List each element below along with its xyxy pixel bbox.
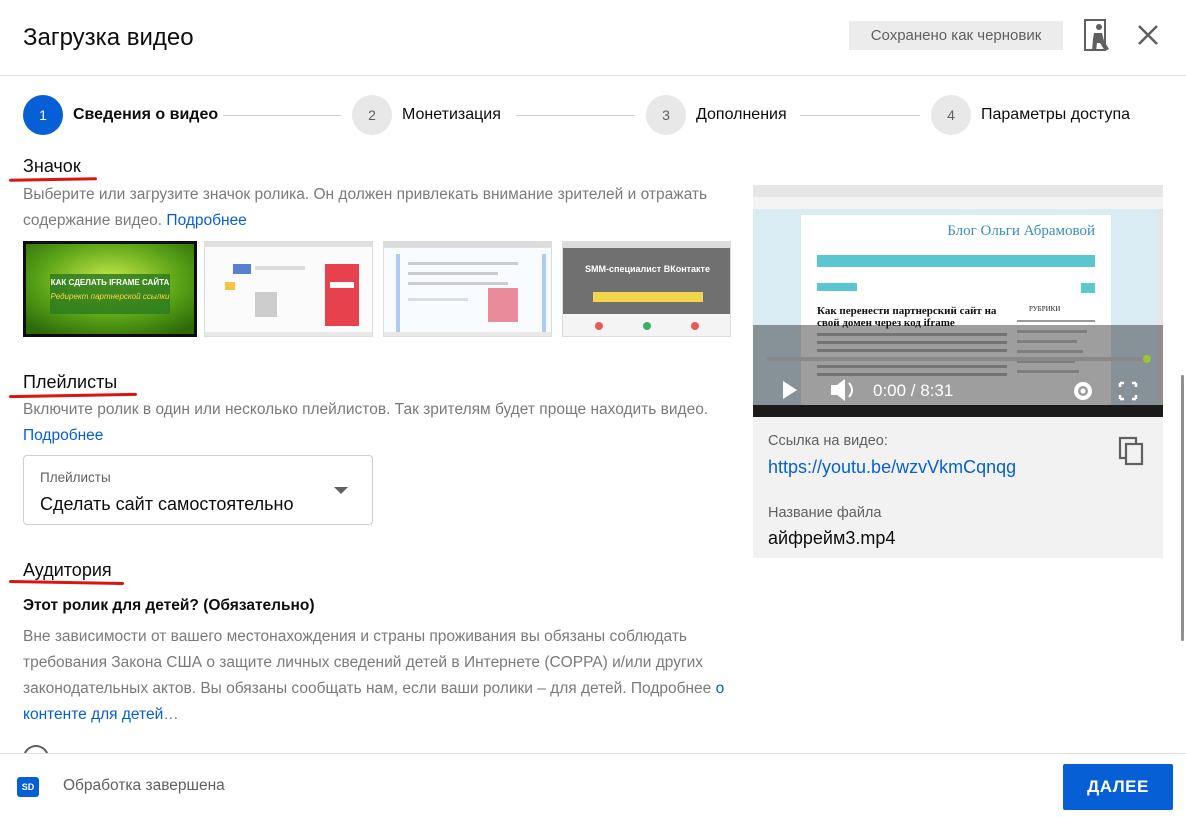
scrollbar[interactable] [1181, 375, 1184, 641]
thumbnail-image [563, 242, 730, 336]
playlist-dropdown-label: Плейлисты [40, 470, 111, 485]
video-frame-image [753, 185, 1163, 417]
dropdown-arrow-icon [334, 487, 348, 494]
step-4-label[interactable]: Параметры доступа [981, 106, 1130, 124]
thumbnail-image [26, 244, 194, 334]
sd-quality-icon: SD [17, 777, 39, 797]
video-time: 0:00 / 8:31 [873, 381, 954, 400]
step-3-label[interactable]: Дополнения [696, 106, 787, 124]
upload-stepper: 1 Сведения о видео 2 Монетизация 3 Допол… [0, 95, 1186, 137]
thumbnail-option-1[interactable]: КАК СДЕЛАТЬ IFRAME САЙТА Редирект партне… [23, 241, 197, 337]
audience-section-title: Аудитория [23, 560, 112, 580]
audience-description: Вне зависимости от вашего местонахождени… [23, 624, 728, 728]
kids-question: Этот ролик для детей? (Обязательно) [23, 597, 315, 614]
thumbnail-section-title: Значок [23, 156, 81, 176]
dialog-header: Загрузка видео Сохранено как черновик [0, 0, 1186, 76]
step-connector [516, 115, 635, 116]
thumbnail-line-2: Редирект партнерской ссылки [50, 292, 170, 301]
ellipsis: … [163, 706, 179, 723]
thumbnail-image [205, 242, 372, 336]
thumbnail-line-1: КАК СДЕЛАТЬ IFRAME САЙТА [50, 278, 170, 287]
draft-status-badge: Сохранено как черновик [849, 21, 1063, 50]
dialog-title: Загрузка видео [23, 24, 194, 51]
blog-title: Блог Ольги Абрамовой [947, 223, 1095, 239]
step-3-circle[interactable]: 3 [646, 95, 686, 135]
thumbnail-title: SMM-специалист ВКонтакте [585, 264, 710, 274]
video-player[interactable]: Блог Ольги Абрамовой Как перенести партн… [753, 185, 1163, 417]
thumbnail-option-4[interactable]: SMM-специалист ВКонтакте [562, 241, 731, 337]
file-name-label: Название файла [768, 505, 882, 521]
step-connector [223, 115, 341, 116]
article-title: Как перенести партнерский сайт на свой д… [817, 305, 997, 329]
playlist-more-link[interactable]: Подробнее [23, 427, 103, 444]
processing-status: Обработка завершена [63, 777, 225, 794]
playlist-section-title: Плейлисты [23, 372, 118, 392]
step-connector [800, 115, 920, 116]
audience-description-text: Вне зависимости от вашего местонахождени… [23, 628, 712, 697]
step-4-circle[interactable]: 4 [931, 95, 971, 135]
copy-icon[interactable] [1117, 435, 1147, 467]
close-icon[interactable] [1135, 22, 1161, 48]
playlist-description-text: Включите ролик в один или несколько плей… [23, 401, 709, 418]
thumbnail-more-link[interactable]: Подробнее [166, 212, 246, 229]
thumbnail-description: Выберите или загрузите значок ролика. Он… [23, 182, 713, 234]
step-2-circle[interactable]: 2 [352, 95, 392, 135]
red-annotation-underline [8, 579, 125, 586]
step-2-label[interactable]: Монетизация [402, 106, 501, 124]
playlist-dropdown[interactable]: Плейлисты Сделать сайт самостоятельно [23, 455, 373, 525]
next-button[interactable]: ДАЛЕЕ [1063, 764, 1173, 810]
playlist-dropdown-value: Сделать сайт самостоятельно [40, 494, 294, 514]
sidebar-heading: РУБРИКИ [1029, 305, 1061, 313]
thumbnail-option-3[interactable] [383, 241, 552, 337]
file-name: айфрейм3.mp4 [768, 528, 896, 548]
video-preview-card: Блог Ольги Абрамовой Как перенести партн… [753, 185, 1163, 558]
thumbnail-image [384, 242, 551, 336]
video-link-label: Ссылка на видео: [768, 433, 888, 449]
video-link[interactable]: https://youtu.be/wzvVkmCqnqg [768, 457, 1016, 478]
thumbnail-option-2[interactable] [204, 241, 373, 337]
dialog-footer: SD Обработка завершена ДАЛЕЕ [0, 753, 1186, 817]
playlist-description: Включите ролик в один или несколько плей… [23, 397, 713, 449]
thumbnail-description-text: Выберите или загрузите значок ролика. Он… [23, 186, 708, 229]
step-1-circle[interactable]: 1 [23, 95, 63, 135]
feedback-person-icon[interactable] [1084, 19, 1112, 53]
step-1-label[interactable]: Сведения о видео [73, 106, 218, 124]
